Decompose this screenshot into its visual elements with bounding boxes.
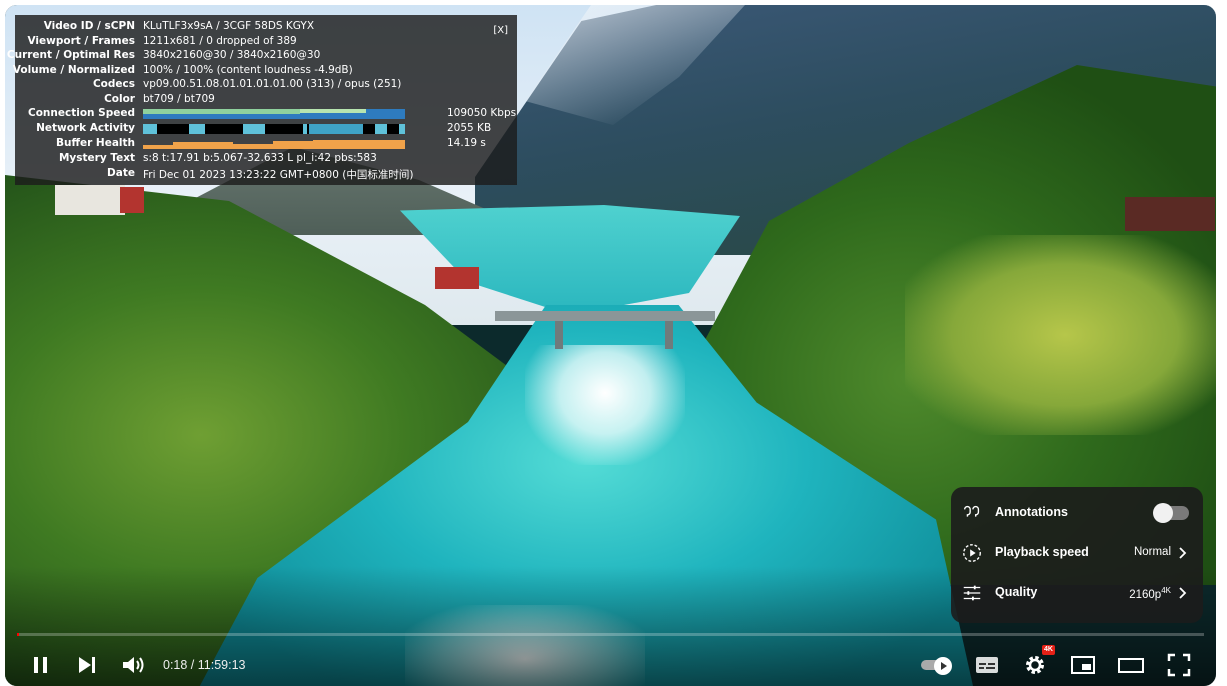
menu-label: Annotations [995, 505, 1068, 519]
stat-row-buffer-health: Buffer Health 14.19 s [15, 137, 517, 152]
chevron-right-icon [1179, 587, 1187, 599]
annotations-icon [963, 505, 980, 517]
fullscreen-button[interactable] [1165, 651, 1193, 679]
progress-played [17, 633, 20, 636]
theater-mode-button[interactable] [1117, 651, 1145, 679]
stat-value: 1211x681 / 0 dropped of 389 [143, 34, 297, 47]
stat-value: Fri Dec 01 2023 13:23:22 GMT+0800 (中国标准时… [143, 168, 414, 181]
volume-button[interactable] [119, 651, 147, 679]
miniplayer-button[interactable] [1069, 651, 1097, 679]
annotations-toggle[interactable] [1153, 503, 1189, 523]
stat-value: 100% / 100% (content loudness -4.9dB) [143, 63, 353, 76]
stat-key: Connection Speed [27, 107, 135, 119]
stat-value: 3840x2160@30 / 3840x2160@30 [143, 49, 321, 61]
stat-row-volume: Volume / Normalized 100% / 100% (content… [12, 63, 517, 79]
bridge [495, 311, 715, 321]
subtitles-button[interactable] [973, 651, 1001, 679]
stat-key: Video ID / sCPN [43, 20, 135, 32]
bridge-pier [665, 321, 673, 349]
autoplay-toggle[interactable] [919, 651, 955, 679]
settings-4k-badge: 4K [1042, 645, 1055, 655]
stat-value: vp09.00.51.08.01.01.01.01.00 (313) / opu… [143, 78, 402, 90]
stat-value: KLuTLF3x9sA / 3CGF 58DS KGYX [143, 20, 315, 32]
stat-row-codecs: Codecs vp09.00.51.08.01.01.01.01.00 (313… [15, 78, 517, 93]
stat-key: Mystery Text [58, 152, 135, 164]
menu-item-annotations[interactable]: Annotations [951, 493, 1203, 533]
stats-for-nerds-panel: [X] Video ID / sCPN KLuTLF3x9sA / 3CGF 5… [7, 15, 517, 185]
stat-key: Codecs [92, 78, 135, 90]
red-barn [120, 187, 144, 213]
pause-button[interactable] [27, 651, 55, 679]
waterfall-foam [525, 345, 685, 465]
toggle-knob [1153, 503, 1173, 523]
stat-row-network-activity: Network Activity 2055 KB [15, 122, 517, 137]
settings-menu: Annotations Playback speed Normal Qualit… [951, 487, 1203, 623]
menu-label: Quality [995, 585, 1038, 599]
menu-item-quality[interactable]: Quality 2160p4K [951, 573, 1203, 613]
stat-row-date: Date Fri Dec 01 2023 13:23:22 GMT+0800 (… [15, 167, 517, 182]
quality-4k-badge: 4K [1161, 586, 1171, 595]
stat-key: Color [104, 92, 135, 105]
chevron-right-icon [1179, 547, 1187, 559]
stat-key: Buffer Health [55, 137, 135, 149]
control-bar: 0:18 / 11:59:13 4K [5, 641, 1216, 685]
next-button[interactable] [73, 651, 101, 679]
time-display: 0:18 / 11:59:13 [163, 658, 246, 672]
stat-value: 109050 Kbps [447, 107, 517, 119]
quality-resolution: 2160p [1129, 588, 1162, 601]
menu-value: Normal [1133, 546, 1171, 558]
autoplay-play-icon [934, 657, 952, 675]
menu-item-playback-speed[interactable]: Playback speed Normal [951, 533, 1203, 573]
stat-key: Network Activity [36, 122, 135, 134]
video-player[interactable]: [X] Video ID / sCPN KLuTLF3x9sA / 3CGF 5… [5, 5, 1216, 686]
quality-value: 2160p4K [1129, 586, 1171, 601]
white-house [55, 185, 125, 215]
brown-house [1125, 197, 1215, 231]
stat-key: Current / Optimal Res [6, 49, 135, 61]
menu-label: Playback speed [995, 545, 1089, 559]
settings-gear-icon[interactable] [1021, 651, 1049, 679]
quality-sliders-icon [963, 585, 981, 601]
network-activity-graph [143, 124, 405, 134]
stat-row-mystery-text: Mystery Text s:8 t:17.91 b:5.067-32.633 … [15, 152, 517, 167]
stat-value: 14.19 s [447, 137, 486, 149]
stat-value: s:8 t:17.91 b:5.067-32.633 L pl_i:42 pbs… [143, 152, 377, 164]
stat-key: Volume / Normalized [12, 63, 135, 76]
bridge-pier [555, 321, 563, 349]
stat-key: Date [107, 166, 135, 179]
playback-speed-icon [963, 544, 981, 562]
meadow-right [905, 235, 1216, 435]
buffer-health-graph [143, 139, 405, 149]
stat-value: 2055 KB [447, 122, 492, 134]
connection-speed-graph [143, 109, 405, 119]
stat-row-video-id: Video ID / sCPN KLuTLF3x9sA / 3CGF 58DS … [15, 20, 517, 35]
stat-row-color: Color bt709 / bt709 [15, 93, 517, 108]
red-house [435, 267, 479, 289]
stat-row-resolution: Current / Optimal Res 3840x2160@30 / 384… [7, 49, 517, 64]
stat-value: bt709 / bt709 [143, 92, 215, 105]
stat-key: Viewport / Frames [27, 34, 135, 47]
stat-row-viewport: Viewport / Frames 1211x681 / 0 dropped o… [15, 35, 517, 50]
progress-bar[interactable] [17, 633, 1204, 636]
stat-row-connection-speed: Connection Speed 109050 Kbps [15, 107, 517, 122]
